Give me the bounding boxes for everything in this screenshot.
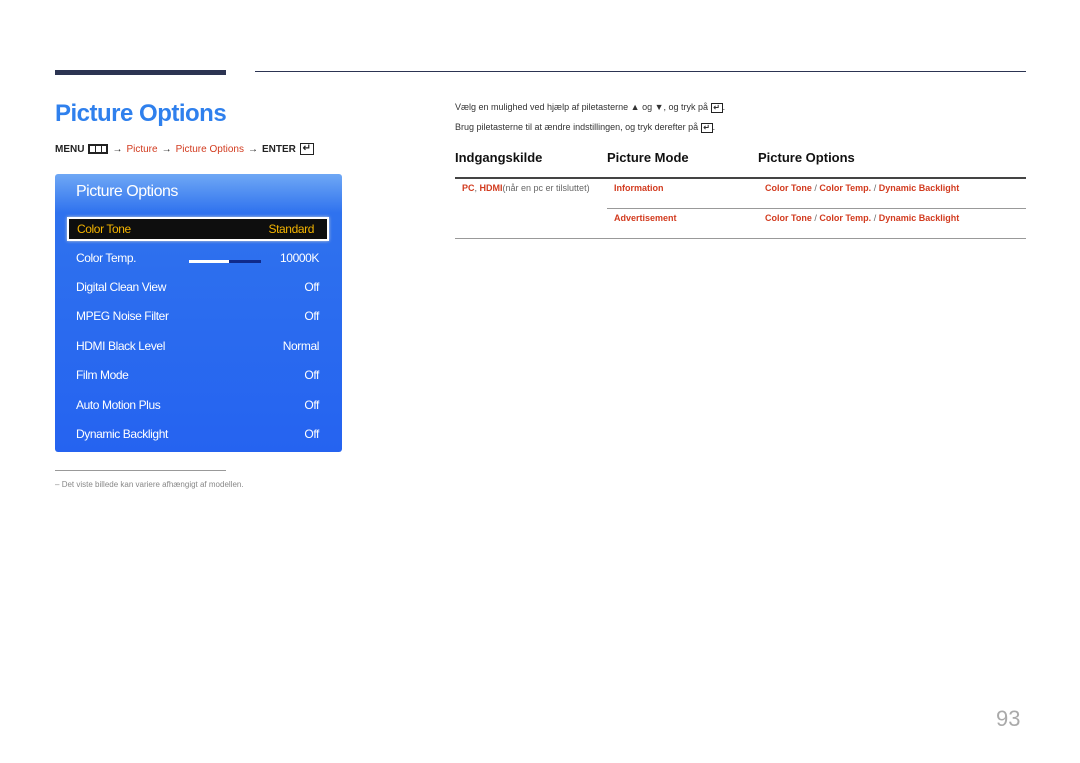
footnote-text: Det viste billede kan variere afhængigt … <box>61 480 244 489</box>
instruction-text: og <box>642 102 653 112</box>
footnote-dash: – <box>55 480 60 489</box>
osd-row-auto-motion-plus[interactable]: Auto Motion Plus Off <box>76 394 319 416</box>
osd-row-label: Dynamic Backlight <box>76 427 168 441</box>
osd-row-digital-clean-view[interactable]: Digital Clean View Off <box>76 276 319 298</box>
enter-icon: ↵ <box>710 102 723 113</box>
footnote: – Det viste billede kan variere afhængig… <box>55 480 244 489</box>
down-arrow-icon: ▼ <box>654 102 664 112</box>
osd-row-value: Off <box>304 309 319 323</box>
osd-row-value: 10000K <box>280 251 319 265</box>
separator: / <box>871 213 879 223</box>
instruction-text: Brug piletasterne til at ændre indstilli… <box>455 122 699 132</box>
osd-row-value: Normal <box>282 339 320 353</box>
page-number: 93 <box>996 706 1021 731</box>
source-note: (når en pc er tilsluttet) <box>502 183 590 193</box>
osd-row-label: Color Temp. <box>76 251 137 265</box>
osd-row-color-tone[interactable]: Color Tone Standard <box>67 217 329 241</box>
osd-row-label: HDMI Black Level <box>76 339 165 353</box>
menu-step-picture: Picture <box>126 143 158 155</box>
menu-icon <box>88 144 109 154</box>
option-dynamic-backlight: Dynamic Backlight <box>878 183 960 193</box>
osd-row-value: Standard <box>268 222 314 236</box>
osd-row-label: Digital Clean View <box>76 280 166 294</box>
osd-row-value: Off <box>304 427 319 441</box>
footnote-rule <box>55 470 226 471</box>
osd-row-label: Film Mode <box>76 368 129 382</box>
option-dynamic-backlight: Dynamic Backlight <box>878 213 960 223</box>
option-color-temp: Color Temp. <box>819 213 872 223</box>
osd-row-color-temp[interactable]: Color Temp. 10000K <box>76 247 319 269</box>
color-temp-slider[interactable] <box>189 260 261 263</box>
mode-advertisement: Advertisement <box>614 213 677 223</box>
separator: / <box>871 183 879 193</box>
enter-icon: ↵ <box>299 143 314 155</box>
header-picture-options: Picture Options <box>758 150 855 165</box>
header-picture-mode: Picture Mode <box>607 150 689 165</box>
instruction-text: Vælg en mulighed ved hjælp af piletaster… <box>455 102 629 112</box>
up-arrow-icon: ▲ <box>630 102 640 112</box>
osd-row-label: Color Tone <box>77 222 131 236</box>
source-cell: PC, HDMI(når en pc er tilsluttet) <box>462 183 590 193</box>
instruction-text: , og tryk på <box>663 102 709 112</box>
osd-row-film-mode[interactable]: Film Mode Off <box>76 364 319 386</box>
option-color-tone: Color Tone <box>765 213 812 223</box>
osd-row-label: MPEG Noise Filter <box>76 309 169 323</box>
osd-row-mpeg-noise-filter[interactable]: MPEG Noise Filter Off <box>76 305 319 327</box>
header-rule-thick <box>55 70 226 75</box>
osd-row-value: Off <box>304 398 319 412</box>
osd-row-value: Off <box>304 280 319 294</box>
options-row-1: Color Tone / Color Temp. / Dynamic Backl… <box>765 183 959 193</box>
menu-step-picture-options: Picture Options <box>175 143 244 155</box>
page-title: Picture Options <box>55 100 227 127</box>
source-hdmi: HDMI <box>479 183 503 193</box>
osd-row-label: Auto Motion Plus <box>76 398 161 412</box>
menu-label: MENU <box>55 143 85 155</box>
arrow: → <box>247 143 258 155</box>
option-color-temp: Color Temp. <box>819 183 872 193</box>
osd-row-dynamic-backlight[interactable]: Dynamic Backlight Off <box>76 423 319 445</box>
period: . <box>722 102 726 112</box>
option-color-tone: Color Tone <box>765 183 812 193</box>
arrow: → <box>112 143 123 155</box>
options-row-2: Color Tone / Color Temp. / Dynamic Backl… <box>765 213 959 223</box>
arrow: → <box>161 143 172 155</box>
period: . <box>712 122 716 132</box>
slider-fill <box>189 260 229 263</box>
osd-row-value: Off <box>304 368 319 382</box>
menu-path: MENU → Picture → Picture Options → ENTER… <box>55 143 314 155</box>
table-bottom-rule <box>455 238 1026 239</box>
instruction-line-1: Vælg en mulighed ved hjælp af piletaster… <box>455 102 725 113</box>
row-rule <box>607 208 1026 209</box>
mode-information: Information <box>614 183 664 193</box>
instruction-line-2: Brug piletasterne til at ændre indstilli… <box>455 122 715 133</box>
header-indgangskilde: Indgangskilde <box>455 150 543 165</box>
osd-row-hdmi-black-level[interactable]: HDMI Black Level Normal <box>76 335 319 357</box>
enter-label: ENTER <box>261 143 296 155</box>
osd-menu: Picture Options Color Tone Standard Colo… <box>55 174 342 452</box>
source-pc: PC <box>462 183 475 193</box>
table-header-rule <box>455 177 1026 179</box>
header-rule-thin <box>255 71 1026 72</box>
osd-title: Picture Options <box>76 183 178 200</box>
enter-icon: ↵ <box>700 122 713 133</box>
